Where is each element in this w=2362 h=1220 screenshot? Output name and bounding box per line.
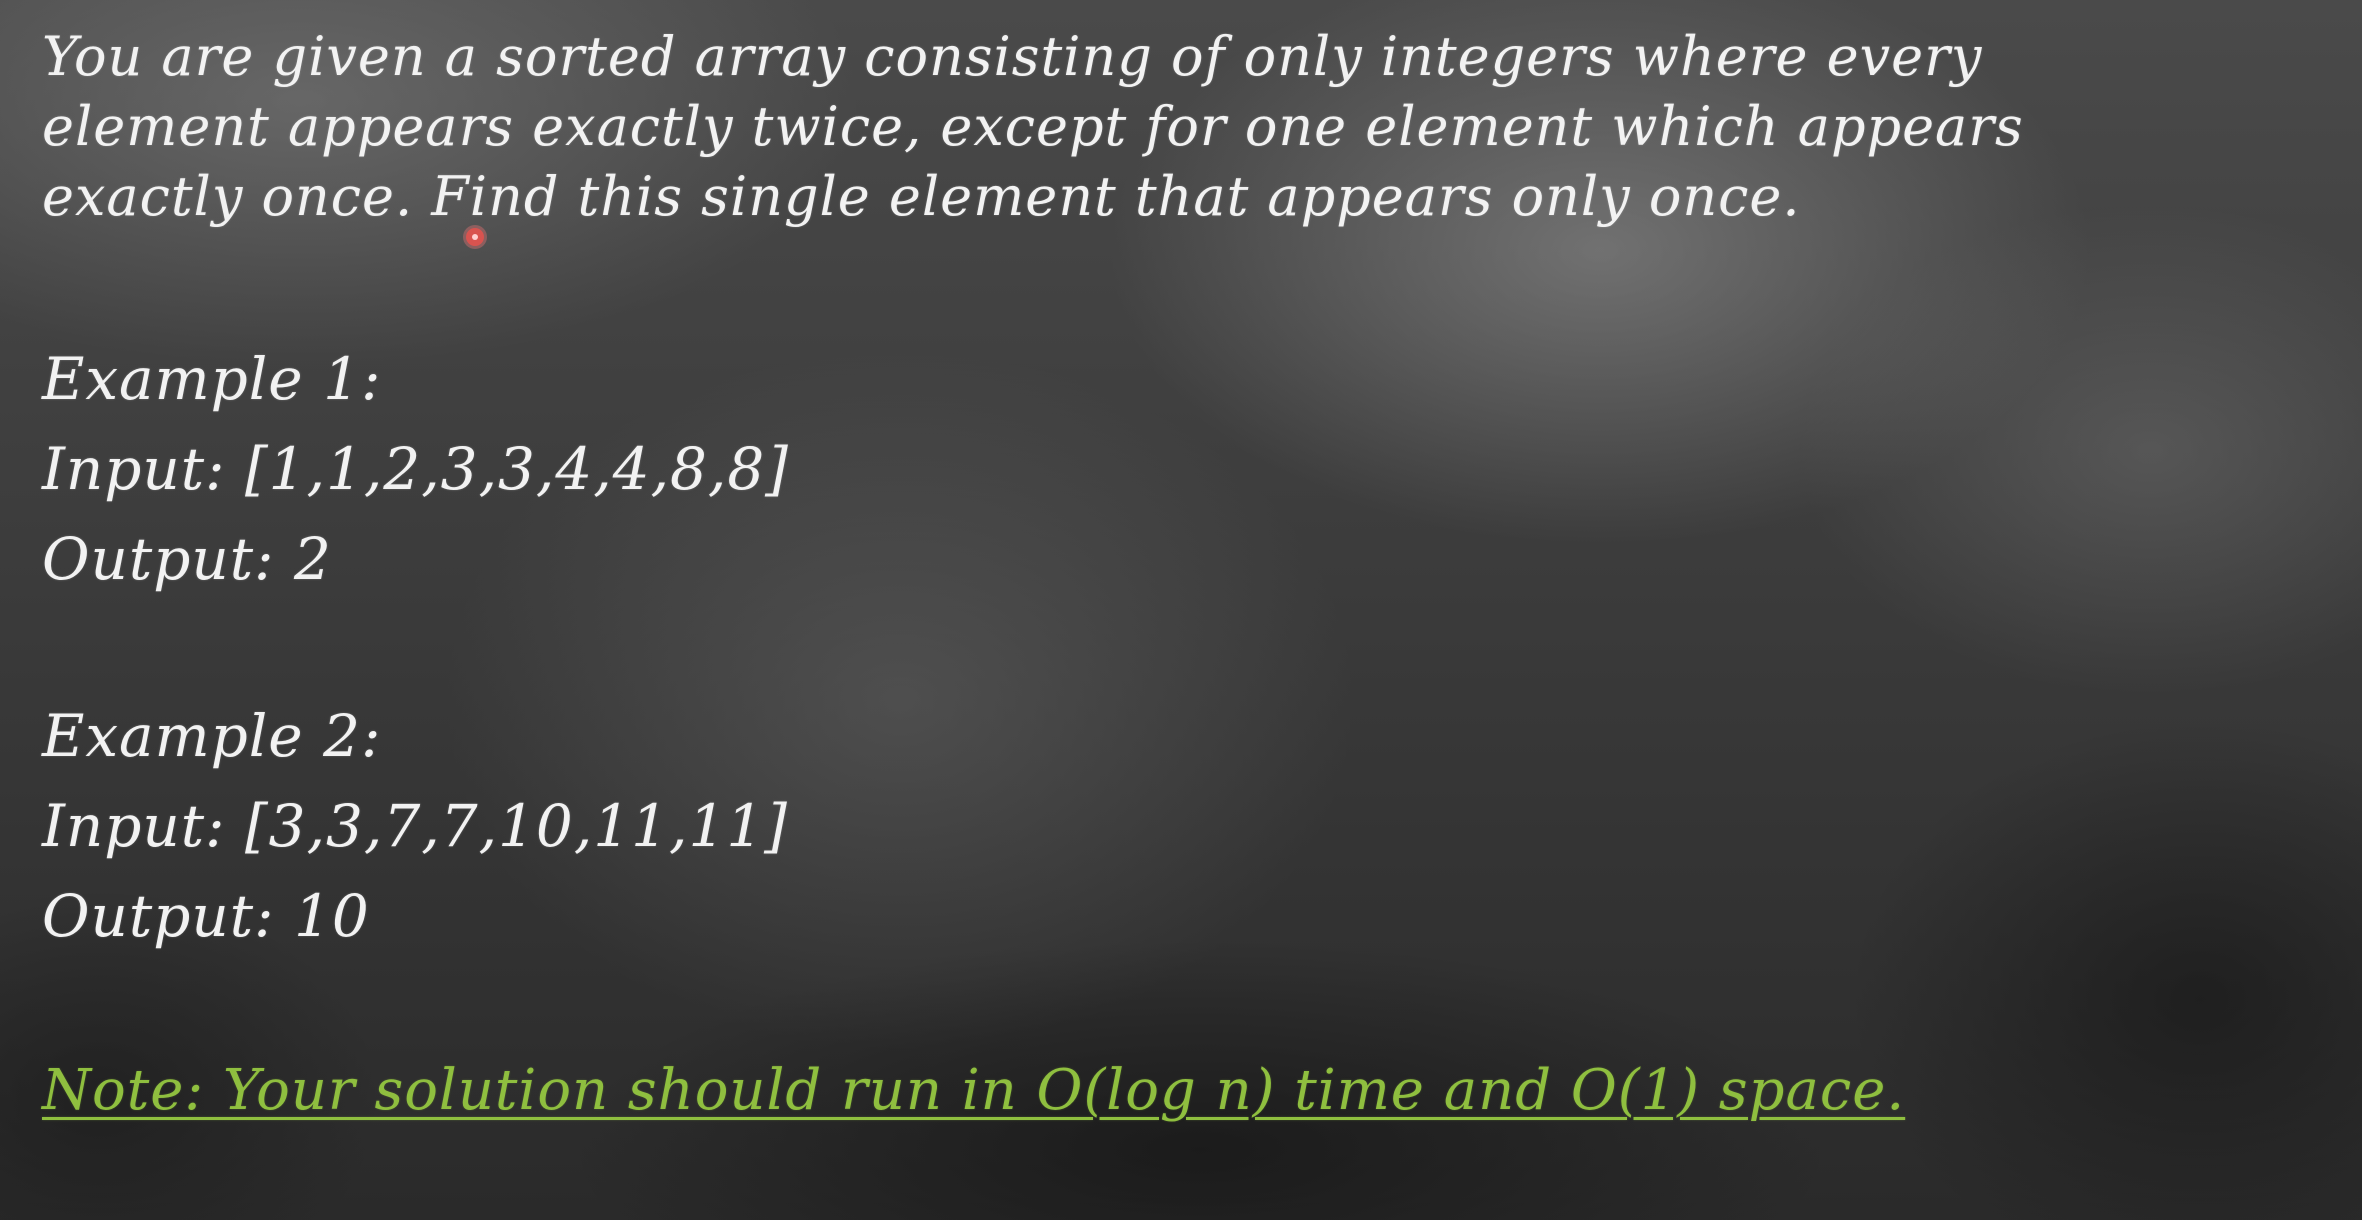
example-2-output: Output: 10 <box>42 882 370 950</box>
example-1-input: Input: [1,1,2,3,3,4,4,8,8] <box>42 435 789 503</box>
problem-line-2: element appears exactly twice, except fo… <box>42 95 2024 158</box>
example-1-title: Example 1: <box>42 345 382 413</box>
problem-line-3: exactly once. Find this single element t… <box>42 165 1801 228</box>
example-2-title: Example 2: <box>42 702 382 770</box>
example-1-output: Output: 2 <box>42 525 332 593</box>
complexity-note: Note: Your solution should run in O(log … <box>42 1058 1906 1123</box>
pointer-cursor-icon <box>466 228 484 246</box>
example-2-input: Input: [3,3,7,7,10,11,11] <box>42 792 788 860</box>
chalkboard: You are given a sorted array consisting … <box>0 0 2362 1220</box>
problem-line-1: You are given a sorted array consisting … <box>42 25 1983 88</box>
